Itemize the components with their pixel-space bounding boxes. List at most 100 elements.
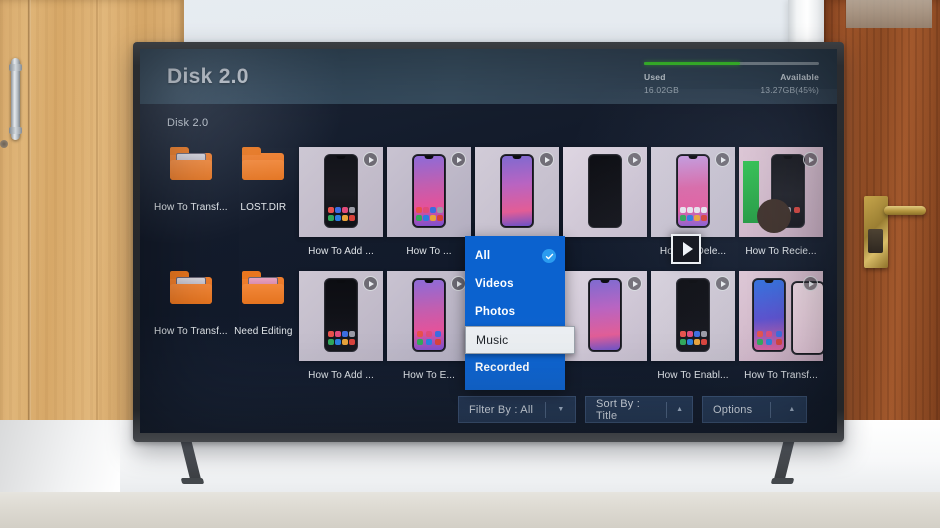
video-thumbnail: [299, 271, 383, 361]
item-label: How To Transf...: [154, 326, 228, 337]
folder-icon: [169, 271, 212, 304]
grid-item-folder[interactable]: Need Editing: [232, 271, 295, 381]
grid-item-folder[interactable]: How To Transf...: [154, 271, 228, 381]
video-thumbnail: [299, 147, 383, 237]
play-icon: [715, 152, 730, 167]
storage-used-group: Used 16.02GB: [644, 72, 679, 95]
options-label: Options: [713, 403, 753, 416]
dropdown-item-label: Photos: [475, 306, 516, 318]
item-label: Need Editing: [234, 326, 293, 337]
options-button[interactable]: Options ▲: [702, 396, 807, 423]
item-label: How To E...: [402, 370, 456, 381]
folder-icon: [242, 147, 285, 180]
item-label: How To Add ...: [308, 246, 374, 257]
video-thumbnail: [475, 147, 559, 237]
video-thumbnail: [651, 147, 735, 237]
divider: [769, 401, 771, 418]
app-header: Disk 2.0 Used 16.02GB Available 13.27GB(…: [140, 49, 837, 104]
page-title: Disk 2.0: [167, 64, 249, 88]
play-icon: [363, 276, 378, 291]
folder-icon: [242, 271, 285, 304]
tv-leg-left: [179, 436, 205, 484]
grid-item-video[interactable]: [563, 147, 647, 257]
storage-progress-fill: [644, 62, 741, 65]
chevron-up-icon: ▲: [788, 406, 796, 413]
video-thumbnail: [563, 271, 647, 361]
bottom-toolbar: Filter By : All ▼ Sort By : Title ▲ Opti…: [140, 396, 837, 423]
filter-by-button[interactable]: Filter By : All ▼: [458, 396, 576, 423]
grid-item-video[interactable]: How To Transf...: [739, 271, 823, 381]
dropdown-item-recorded[interactable]: Recorded: [465, 354, 565, 382]
door-glass-panel: [846, 0, 932, 28]
item-label: How To Transf...: [744, 370, 818, 381]
video-thumbnail: [387, 271, 471, 361]
filter-dropdown-menu[interactable]: All Videos Photos Music Recorded: [465, 236, 575, 390]
item-label: How To Enabl...: [657, 370, 729, 381]
play-icon: [627, 276, 642, 291]
grid-item-video[interactable]: How To ...: [387, 147, 471, 257]
dropdown-item-music[interactable]: Music: [465, 326, 575, 354]
video-thumbnail: [387, 147, 471, 237]
grid-item-folder[interactable]: How To Transf...: [154, 147, 228, 257]
video-thumbnail: [651, 271, 735, 361]
dropdown-item-videos[interactable]: Videos: [465, 270, 565, 298]
video-thumbnail: [739, 147, 823, 237]
door-seam: [28, 0, 31, 448]
sort-by-button[interactable]: Sort By : Title ▲: [585, 396, 693, 423]
item-label: LOST.DIR: [240, 202, 287, 213]
play-icon: [451, 152, 466, 167]
sort-by-label: Sort By : Title: [596, 397, 640, 422]
dropdown-item-label: All: [475, 250, 491, 262]
grid-item-folder[interactable]: LOST.DIR: [232, 147, 295, 257]
storage-available-value: 13.27GB(45%): [760, 85, 819, 95]
chevron-down-icon: ▼: [557, 406, 565, 413]
chevron-up-icon: ▲: [676, 406, 684, 413]
item-label: How To Add ...: [308, 370, 374, 381]
storage-used-label: Used: [644, 72, 666, 82]
divider: [544, 401, 546, 418]
grid-item-video[interactable]: How To Enabl...: [651, 271, 735, 381]
dropdown-item-photos[interactable]: Photos: [465, 298, 565, 326]
item-label: How To ...: [406, 246, 452, 257]
play-icon: [803, 152, 818, 167]
grid-item-video[interactable]: How To Add ...: [299, 147, 383, 257]
play-icon: [627, 152, 642, 167]
tv-stand: [133, 436, 844, 486]
item-label: How To Transf...: [154, 202, 228, 213]
breadcrumb[interactable]: Disk 2.0: [140, 104, 837, 129]
dropdown-item-all[interactable]: All: [465, 242, 565, 270]
dropdown-item-label: Music: [476, 333, 509, 347]
storage-progress-track: [644, 62, 819, 65]
focused-play-icon[interactable]: [671, 234, 701, 264]
television: Disk 2.0 Used 16.02GB Available 13.27GB(…: [133, 42, 844, 442]
dropdown-item-label: Videos: [475, 278, 514, 290]
folder-icon: [169, 147, 212, 180]
storage-indicator: Used 16.02GB Available 13.27GB(45%): [644, 58, 819, 95]
door-handle-icon: [9, 58, 22, 140]
storage-available-label: Available: [780, 72, 819, 82]
play-icon: [451, 276, 466, 291]
table-bevel: [0, 420, 120, 492]
table-edge: [0, 492, 940, 528]
door-lever-handle-icon: [884, 206, 926, 215]
check-icon: [542, 249, 556, 263]
tv-leg-right: [770, 436, 796, 484]
grid-item-video[interactable]: How To Recie...: [739, 147, 823, 257]
play-icon: [715, 276, 730, 291]
video-thumbnail: [563, 147, 647, 237]
video-thumbnail: [739, 271, 823, 361]
filter-by-label: Filter By : All: [469, 403, 534, 416]
tv-screen: Disk 2.0 Used 16.02GB Available 13.27GB(…: [140, 49, 837, 433]
play-icon: [363, 152, 378, 167]
grid-item-video[interactable]: [563, 271, 647, 381]
grid-item-video[interactable]: How To Add ...: [299, 271, 383, 381]
play-icon: [539, 152, 554, 167]
item-label: How To Recie...: [745, 246, 817, 257]
dropdown-item-label: Recorded: [475, 362, 530, 374]
play-icon: [803, 276, 818, 291]
storage-available-group: Available 13.27GB(45%): [760, 72, 819, 95]
grid-item-video[interactable]: How To E...: [387, 271, 471, 381]
storage-used-value: 16.02GB: [644, 85, 679, 95]
door-seam-secondary: [96, 0, 98, 448]
keyhole-icon: [0, 140, 8, 148]
